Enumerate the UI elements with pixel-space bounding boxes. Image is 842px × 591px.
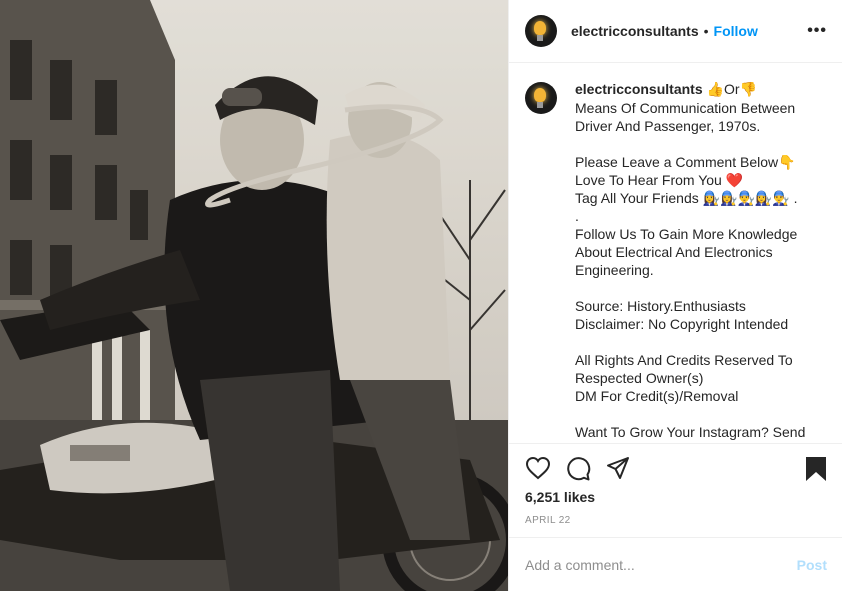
follow-button[interactable]: Follow — [714, 23, 758, 39]
avatar[interactable] — [525, 15, 557, 47]
caption-line: Tag All Your Friends 👩‍🔧👩‍🔧👨‍🔧👩‍🔧👨‍🔧 . — [575, 190, 798, 206]
caption-line: About Electrical And Electronics — [575, 244, 773, 260]
caption-line: Driver And Passenger, 1970s. — [575, 118, 761, 134]
caption-or: Or — [723, 81, 740, 97]
bulb-icon — [534, 88, 546, 102]
post-header: electricconsultants • Follow ••• — [509, 0, 842, 63]
caption-line — [575, 405, 827, 423]
post-side-panel: electricconsultants • Follow ••• electri… — [508, 0, 842, 591]
comment-bar: Post — [509, 537, 842, 591]
likes-count[interactable]: 6,251 likes — [525, 489, 595, 505]
caption-username[interactable]: electricconsultants — [575, 81, 703, 97]
caption-line: Means Of Communication Between — [575, 100, 796, 116]
post-photo[interactable] — [0, 0, 508, 591]
caption-line: Respected Owner(s) — [575, 370, 704, 386]
comment-input[interactable] — [525, 556, 797, 573]
post-comment-button[interactable]: Post — [797, 557, 827, 573]
thumbs-up-icon: 👍 — [706, 82, 724, 98]
caption-line: . — [575, 208, 579, 224]
caption-line: Engineering. — [575, 262, 654, 278]
header-separator: • — [703, 23, 709, 39]
vintage-motorcycle-photo — [0, 0, 508, 591]
caption-line: Love To Hear From You ❤️ — [575, 172, 744, 188]
caption-line: All Rights And Credits Reserved To — [575, 352, 793, 368]
caption-line — [575, 135, 827, 153]
action-bar — [509, 443, 842, 491]
caption-line: Source: History.Enthusiasts — [575, 298, 746, 314]
caption-line: Follow Us To Gain More Knowledge — [575, 226, 798, 242]
caption: electricconsultants 👍Or👎 Means Of Commun… — [525, 80, 827, 441]
post-date[interactable]: APRIL 22 — [525, 515, 571, 526]
thumbs-down-icon: 👎 — [739, 82, 757, 98]
bookmark-icon[interactable] — [805, 456, 827, 487]
caption-scroll-area[interactable]: electricconsultants 👍Or👎 Means Of Commun… — [509, 64, 842, 442]
share-icon[interactable] — [606, 456, 630, 485]
caption-line: Want To Grow Your Instagram? Send — [575, 424, 806, 440]
heart-icon[interactable] — [525, 456, 551, 485]
caption-line — [575, 279, 827, 297]
caption-line: DM For Credit(s)/Removal — [575, 388, 739, 404]
header-username[interactable]: electricconsultants — [571, 23, 699, 39]
caption-line: Please Leave a Comment Below👇 — [575, 154, 796, 170]
more-options-icon[interactable]: ••• — [807, 22, 827, 40]
avatar[interactable] — [525, 82, 557, 114]
caption-text: electricconsultants 👍Or👎 Means Of Commun… — [575, 80, 827, 441]
caption-line — [575, 333, 827, 351]
caption-line: Disclaimer: No Copyright Intended — [575, 316, 789, 332]
bulb-icon — [534, 21, 546, 35]
comment-icon[interactable] — [565, 456, 591, 487]
